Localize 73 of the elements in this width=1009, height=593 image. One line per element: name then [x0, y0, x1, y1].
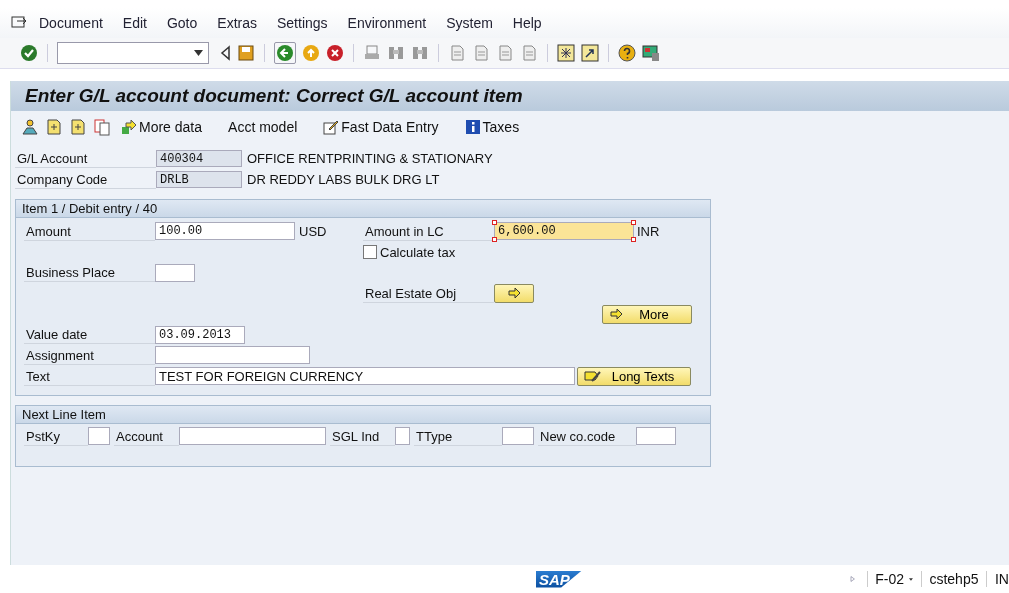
triangle-icon[interactable] [219, 45, 231, 61]
input-field[interactable]: TEST FOR FOREIGN CURRENCY [155, 367, 575, 386]
read-only-field: 400304 [156, 150, 242, 167]
dropdown-icon[interactable] [909, 576, 913, 582]
input-field[interactable]: 100.00 [155, 222, 295, 241]
menu-item[interactable]: Extras [217, 15, 257, 31]
arrow-icon [507, 287, 521, 300]
menu-item[interactable]: Help [512, 15, 542, 31]
toolbar-button[interactable]: Taxes [460, 119, 524, 135]
menu-item[interactable]: Edit [122, 15, 147, 31]
toolbar-button[interactable]: Acct model [224, 119, 302, 135]
input-field[interactable] [636, 427, 676, 445]
input-field[interactable]: 03.09.2013 [155, 325, 245, 344]
page-icon[interactable] [472, 44, 490, 62]
menu-icon[interactable] [11, 16, 27, 30]
screen-title: Enter G/L account document: Correct G/L account item [25, 85, 523, 107]
input-field[interactable] [179, 427, 326, 445]
field-label: Real Estate Obj [363, 283, 494, 303]
check-icon[interactable] [20, 44, 38, 62]
dropdown-icon[interactable] [194, 50, 203, 56]
currency-text: USD [299, 223, 327, 239]
menu-item[interactable]: Settings [277, 15, 328, 31]
window-icon[interactable] [581, 44, 599, 62]
input-field[interactable] [395, 427, 410, 445]
input-field[interactable] [88, 427, 110, 445]
pencil-icon [584, 369, 602, 384]
read-only-field: DRLB [156, 171, 242, 188]
field-description: OFFICE RENTPRINTING & STATIONARY [247, 151, 493, 166]
binoculars-icon[interactable] [387, 44, 405, 62]
menu-item[interactable]: System [446, 15, 493, 31]
toolbar-icon[interactable] [69, 118, 87, 136]
print-icon[interactable] [363, 44, 381, 62]
pencil-icon [323, 119, 340, 135]
logo: SAP [536, 570, 582, 588]
toolbar-icon[interactable] [45, 118, 63, 136]
long-texts-button[interactable]: Long Texts [577, 366, 691, 386]
input-field[interactable]: 6,600.00 [494, 222, 634, 241]
page-icon[interactable] [496, 44, 514, 62]
arrow-icon [609, 308, 623, 321]
field-description: DR REDDY LABS BULK DRG LT [247, 172, 440, 187]
page-icon[interactable] [448, 44, 466, 62]
window-icon[interactable] [557, 44, 575, 62]
back-icon[interactable] [274, 42, 296, 64]
binoculars-icon[interactable] [411, 44, 429, 62]
toolbar-button[interactable]: Fast Data Entry [319, 119, 443, 135]
more-button[interactable]: More [602, 304, 692, 324]
save-icon[interactable] [237, 44, 255, 62]
menu-item[interactable]: Document [39, 15, 103, 31]
checkbox[interactable] [363, 245, 377, 260]
info-icon [464, 119, 481, 135]
transaction-code: F-02 [875, 571, 905, 587]
toolbar-button[interactable]: More data [117, 119, 207, 135]
insert-mode: IN [994, 571, 1009, 587]
monitor-icon[interactable] [642, 44, 660, 62]
input-field[interactable] [155, 263, 195, 282]
arrow-icon [121, 119, 137, 135]
currency-text: INR [637, 223, 660, 239]
exit-icon[interactable] [302, 44, 320, 62]
cancel-icon[interactable] [326, 44, 344, 62]
group-title: Item 1 / Debit entry / 40 [22, 201, 158, 216]
arrow-button[interactable] [494, 283, 534, 303]
page-icon[interactable] [520, 44, 538, 62]
group-title: Next Line Item [22, 406, 106, 422]
toolbar-icon[interactable] [93, 118, 111, 136]
toolbar-icon[interactable] [21, 118, 39, 136]
help-icon[interactable] [618, 44, 636, 62]
system-name: cstehp5 [929, 571, 979, 587]
checkbox-label: Calculate tax [380, 244, 456, 260]
input-field[interactable] [502, 427, 534, 445]
menu-item[interactable]: Goto [166, 15, 198, 31]
menu-item[interactable]: Environment [347, 15, 427, 31]
command-field[interactable] [57, 42, 209, 64]
input-field[interactable] [155, 346, 310, 365]
